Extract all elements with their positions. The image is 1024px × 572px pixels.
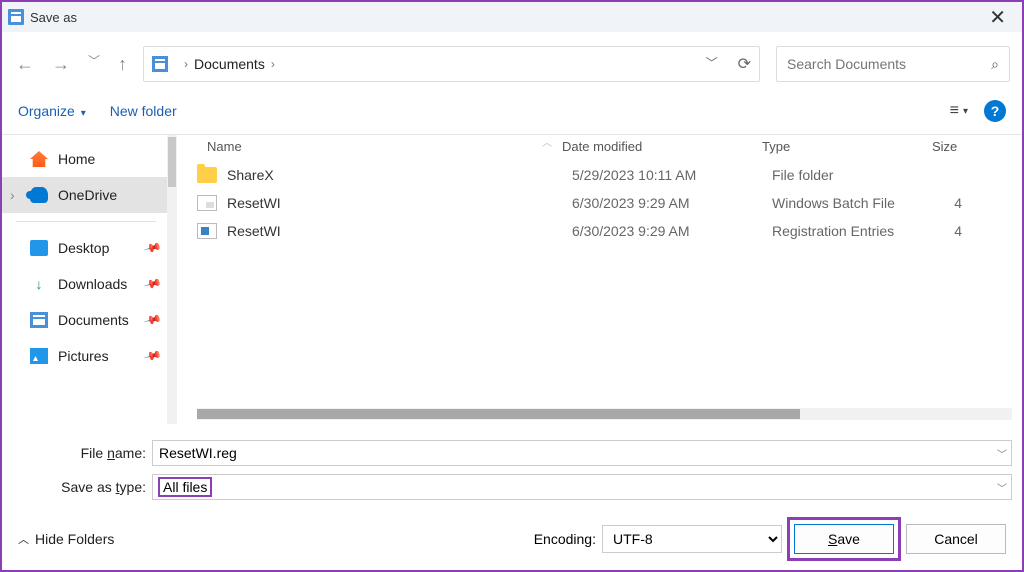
- window-title: Save as: [30, 10, 77, 25]
- pictures-icon: [30, 348, 48, 364]
- cancel-button[interactable]: Cancel: [906, 524, 1006, 554]
- file-type: File folder: [772, 167, 942, 183]
- document-icon: [152, 56, 168, 72]
- file-date: 6/30/2023 9:29 AM: [572, 223, 772, 239]
- onedrive-icon: [30, 187, 48, 203]
- chevron-down-icon[interactable]: ﹀: [997, 480, 1007, 495]
- sort-indicator: ︿: [207, 134, 562, 149]
- column-date[interactable]: Date modified: [562, 139, 762, 154]
- breadcrumb[interactable]: › Documents › ﹀ ⟳: [143, 46, 760, 82]
- batch-file-icon: [197, 195, 217, 211]
- home-icon: [30, 151, 48, 167]
- hide-folders-label: Hide Folders: [35, 531, 114, 547]
- chevron-down-icon: ▾: [81, 108, 86, 119]
- forward-button[interactable]: →: [52, 55, 70, 73]
- new-folder-button[interactable]: New folder: [110, 103, 177, 119]
- scrollbar-thumb[interactable]: [168, 137, 176, 187]
- file-type: Windows Batch File: [772, 195, 942, 211]
- nav-arrows: ← → ﹀ ↑: [16, 55, 127, 73]
- body: Home OneDrive Desktop 📌 ↓ Downloads 📌 Docum…: [2, 134, 1022, 424]
- organize-button[interactable]: Organize ▾: [18, 103, 86, 119]
- sidebar-item-label: Downloads: [58, 276, 127, 292]
- search-input[interactable]: [787, 56, 991, 72]
- footer: ︿ Hide Folders Encoding: UTF-8 Save Cance…: [2, 510, 1022, 570]
- saveastype-value: All files: [159, 478, 211, 496]
- encoding-select[interactable]: UTF-8: [602, 525, 782, 553]
- notepad-icon: [8, 9, 24, 25]
- search-icon[interactable]: ⌕: [991, 56, 999, 73]
- sidebar-item-onedrive[interactable]: OneDrive: [2, 177, 170, 213]
- search-box[interactable]: ⌕: [776, 46, 1010, 82]
- sidebar: Home OneDrive Desktop 📌 ↓ Downloads 📌 Docum…: [2, 135, 177, 424]
- filename-input[interactable]: ResetWI.reg ﹀: [152, 440, 1012, 466]
- chevron-right-icon[interactable]: ›: [184, 57, 188, 71]
- filename-label: File name:: [12, 445, 152, 461]
- desktop-icon: [30, 240, 48, 256]
- documents-icon: [30, 312, 48, 328]
- sidebar-item-documents[interactable]: Documents 📌: [2, 302, 170, 338]
- sidebar-item-downloads[interactable]: ↓ Downloads 📌: [2, 266, 170, 302]
- column-size[interactable]: Size: [932, 139, 1012, 154]
- save-button[interactable]: Save: [794, 524, 894, 554]
- back-button[interactable]: ←: [16, 55, 34, 73]
- sidebar-item-label: Documents: [58, 312, 129, 328]
- chevron-right-icon[interactable]: ›: [271, 57, 275, 71]
- saveastype-label: Save as type:: [12, 479, 152, 495]
- close-button[interactable]: ✕: [979, 5, 1016, 30]
- navbar: ← → ﹀ ↑ › Documents › ﹀ ⟳ ⌕: [2, 32, 1022, 96]
- sidebar-item-label: Desktop: [58, 240, 109, 256]
- view-button[interactable]: ≡ ▾: [950, 102, 968, 120]
- breadcrumb-location[interactable]: Documents: [194, 56, 265, 72]
- file-date: 6/30/2023 9:29 AM: [572, 195, 772, 211]
- column-type[interactable]: Type: [762, 139, 932, 154]
- encoding-label: Encoding:: [534, 531, 596, 547]
- encoding: Encoding: UTF-8: [534, 525, 782, 553]
- pin-icon: 📌: [143, 274, 163, 294]
- pin-icon: 📌: [143, 238, 163, 258]
- toolbar: Organize ▾ New folder ≡ ▾ ?: [2, 96, 1022, 134]
- help-button[interactable]: ?: [984, 100, 1006, 122]
- file-size: 4: [942, 195, 962, 211]
- file-pane: ︿ Name Date modified Type Size ShareX 5/…: [177, 135, 1022, 424]
- pin-icon: 📌: [143, 346, 163, 366]
- breadcrumb-dropdown-button[interactable]: ﹀: [706, 54, 718, 74]
- file-name: ResetWI: [227, 223, 572, 239]
- file-row[interactable]: ResetWI 6/30/2023 9:29 AM Registration E…: [177, 217, 1022, 245]
- titlebar: Save as ✕: [2, 2, 1022, 32]
- sidebar-item-label: Pictures: [58, 348, 109, 364]
- file-date: 5/29/2023 10:11 AM: [572, 167, 772, 183]
- refresh-button[interactable]: ⟳: [738, 54, 751, 74]
- file-row[interactable]: ResetWI 6/30/2023 9:29 AM Windows Batch …: [177, 189, 1022, 217]
- file-name: ResetWI: [227, 195, 572, 211]
- sidebar-item-pictures[interactable]: Pictures 📌: [2, 338, 170, 374]
- save-label: ave: [837, 531, 860, 547]
- sidebar-item-desktop[interactable]: Desktop 📌: [2, 230, 170, 266]
- file-pane-scrollbar[interactable]: [197, 408, 1012, 420]
- folder-icon: [197, 167, 217, 183]
- recent-locations-button[interactable]: ﹀: [88, 55, 100, 73]
- sidebar-item-label: Home: [58, 151, 95, 167]
- up-button[interactable]: ↑: [118, 55, 127, 73]
- sidebar-item-home[interactable]: Home: [2, 141, 170, 177]
- saveastype-select[interactable]: All files ﹀: [152, 474, 1012, 500]
- sidebar-scrollbar[interactable]: [167, 135, 177, 424]
- scrollbar-thumb[interactable]: [197, 409, 800, 419]
- hide-folders-button[interactable]: ︿ Hide Folders: [18, 531, 114, 547]
- registry-file-icon: [197, 223, 217, 239]
- file-row[interactable]: ShareX 5/29/2023 10:11 AM File folder: [177, 161, 1022, 189]
- chevron-up-icon: ︿: [18, 531, 29, 547]
- save-form: File name: ResetWI.reg ﹀ Save as type: Al…: [2, 424, 1022, 512]
- separator: [16, 221, 156, 222]
- sidebar-item-label: OneDrive: [58, 187, 117, 203]
- filename-value: ResetWI.reg: [159, 445, 237, 461]
- file-size: 4: [942, 223, 962, 239]
- file-name: ShareX: [227, 167, 572, 183]
- download-icon: ↓: [30, 276, 48, 292]
- pin-icon: 📌: [143, 310, 163, 330]
- chevron-down-icon[interactable]: ﹀: [997, 446, 1007, 461]
- file-type: Registration Entries: [772, 223, 942, 239]
